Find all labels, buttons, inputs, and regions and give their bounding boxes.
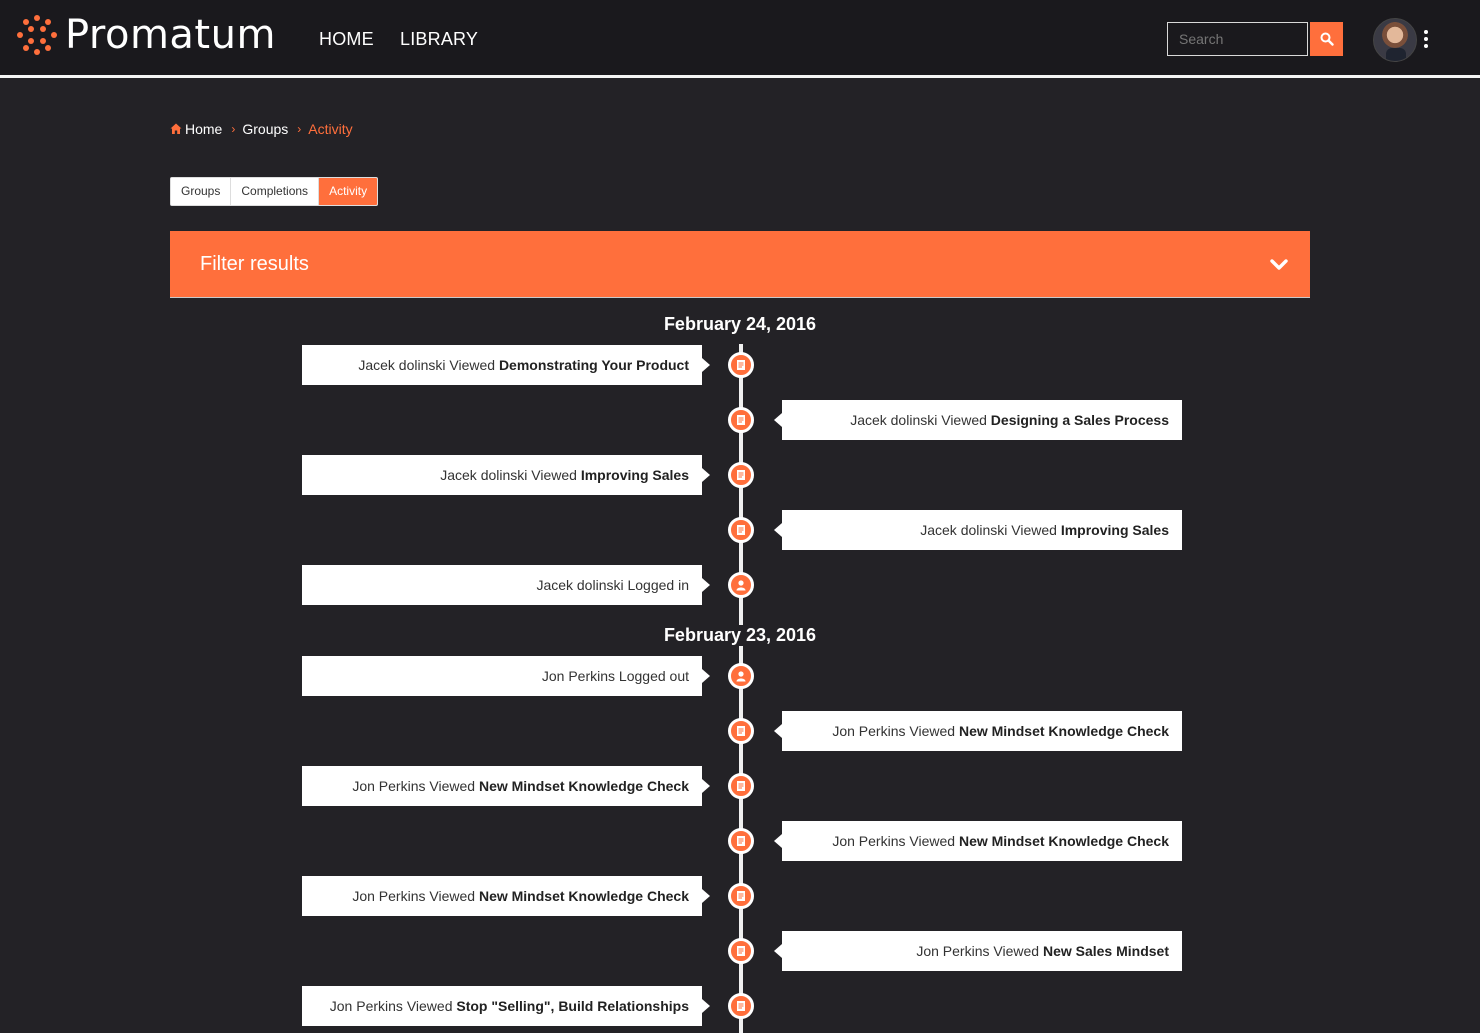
activity-entry: Jon Perkins Viewed New Sales Mindset bbox=[774, 931, 1182, 971]
activity-target-link[interactable]: New Mindset Knowledge Check bbox=[479, 888, 689, 904]
search-input[interactable] bbox=[1167, 22, 1308, 56]
activity-entry: Jacek dolinski Viewed Demonstrating Your… bbox=[302, 345, 710, 385]
document-icon bbox=[728, 517, 754, 543]
activity-user: Jacek dolinski bbox=[358, 357, 446, 373]
activity-target-link[interactable]: New Mindset Knowledge Check bbox=[479, 778, 689, 794]
timeline-date-heading: February 24, 2016 bbox=[540, 314, 940, 335]
activity-user: Jacek dolinski bbox=[850, 412, 938, 428]
activity-target-link[interactable]: Stop "Selling", Build Relationships bbox=[456, 998, 689, 1014]
activity-action: Viewed bbox=[449, 357, 496, 373]
timeline-date-heading: February 23, 2016 bbox=[540, 625, 940, 646]
activity-action: Viewed bbox=[406, 998, 453, 1014]
activity-entry: Jon Perkins Viewed New Mindset Knowledge… bbox=[774, 711, 1182, 751]
activity-entry: Jon Perkins Viewed Stop "Selling", Build… bbox=[302, 986, 710, 1026]
logo-dots-icon bbox=[17, 15, 57, 55]
activity-action: Viewed bbox=[909, 833, 956, 849]
activity-user: Jon Perkins bbox=[832, 723, 906, 739]
activity-user: Jon Perkins bbox=[832, 833, 906, 849]
activity-action: Viewed bbox=[941, 412, 987, 428]
chevron-right-icon: › bbox=[231, 122, 236, 136]
activity-action: Viewed bbox=[429, 778, 476, 794]
activity-action: Viewed bbox=[909, 723, 956, 739]
document-icon bbox=[728, 883, 754, 909]
document-icon bbox=[728, 993, 754, 1019]
user-icon bbox=[728, 663, 754, 689]
activity-entry: Jon Perkins Viewed New Mindset Knowledge… bbox=[774, 821, 1182, 861]
home-icon bbox=[170, 123, 182, 134]
section-tabs: Groups Completions Activity bbox=[170, 177, 379, 206]
document-icon bbox=[728, 462, 754, 488]
activity-target-link[interactable]: New Mindset Knowledge Check bbox=[959, 833, 1169, 849]
more-options-icon[interactable] bbox=[1420, 30, 1432, 48]
activity-user: Jacek dolinski bbox=[440, 467, 528, 483]
activity-action: Logged out bbox=[618, 668, 689, 684]
document-icon bbox=[728, 773, 754, 799]
document-icon bbox=[728, 718, 754, 744]
activity-target-link[interactable]: Designing a Sales Process bbox=[991, 412, 1169, 428]
breadcrumb-groups[interactable]: Groups bbox=[242, 121, 288, 137]
activity-entry: Jon Perkins Viewed New Mindset Knowledge… bbox=[302, 766, 710, 806]
brand-name: Promatum bbox=[65, 12, 276, 58]
search-icon bbox=[1320, 32, 1334, 46]
activity-action: Viewed bbox=[531, 467, 577, 483]
activity-entry: Jacek dolinski Viewed Improving Sales bbox=[302, 455, 710, 495]
breadcrumb: Home › Groups › Activity bbox=[170, 121, 353, 137]
document-icon bbox=[728, 352, 754, 378]
activity-user: Jon Perkins bbox=[916, 943, 990, 959]
tab-completions[interactable]: Completions bbox=[231, 178, 320, 205]
top-navbar: Promatum HOME LIBRARY bbox=[0, 0, 1480, 78]
activity-user: Jon Perkins bbox=[329, 998, 403, 1014]
tab-activity[interactable]: Activity bbox=[319, 178, 378, 205]
activity-user: Jacek dolinski bbox=[920, 522, 1008, 538]
activity-action: Viewed bbox=[429, 888, 476, 904]
activity-user: Jon Perkins bbox=[352, 778, 426, 794]
activity-target-link[interactable]: Demonstrating Your Product bbox=[499, 357, 689, 373]
activity-user: Jacek dolinski bbox=[536, 577, 624, 593]
breadcrumb-home[interactable]: Home bbox=[185, 121, 222, 137]
user-icon bbox=[728, 572, 754, 598]
tab-groups[interactable]: Groups bbox=[171, 178, 232, 205]
document-icon bbox=[728, 828, 754, 854]
activity-entry: Jon Perkins Viewed New Mindset Knowledge… bbox=[302, 876, 710, 916]
chevron-right-icon: › bbox=[297, 122, 302, 136]
filter-results-panel[interactable]: Filter results bbox=[170, 231, 1310, 298]
activity-action: Viewed bbox=[993, 943, 1040, 959]
brand-logo[interactable]: Promatum bbox=[17, 14, 276, 56]
activity-target-link[interactable]: New Sales Mindset bbox=[1043, 943, 1169, 959]
document-icon bbox=[728, 407, 754, 433]
activity-user: Jon Perkins bbox=[541, 668, 616, 684]
activity-user: Jon Perkins bbox=[352, 888, 426, 904]
activity-target-link[interactable]: Improving Sales bbox=[1061, 522, 1169, 538]
activity-action: Viewed bbox=[1011, 522, 1057, 538]
chevron-down-icon[interactable] bbox=[1270, 258, 1288, 272]
activity-entry: Jacek dolinski Logged in bbox=[302, 565, 710, 605]
activity-target-link[interactable]: New Mindset Knowledge Check bbox=[959, 723, 1169, 739]
activity-entry: Jacek dolinski Viewed Designing a Sales … bbox=[774, 400, 1182, 440]
user-avatar[interactable] bbox=[1373, 18, 1417, 62]
activity-entry: Jon Perkins Logged out bbox=[302, 656, 710, 696]
activity-action: Logged in bbox=[627, 577, 689, 593]
document-icon bbox=[728, 938, 754, 964]
filter-results-title: Filter results bbox=[200, 253, 309, 275]
breadcrumb-activity: Activity bbox=[308, 121, 353, 137]
activity-entry: Jacek dolinski Viewed Improving Sales bbox=[774, 510, 1182, 550]
nav-home-link[interactable]: HOME bbox=[319, 29, 374, 50]
activity-target-link[interactable]: Improving Sales bbox=[581, 467, 689, 483]
search-button[interactable] bbox=[1310, 22, 1343, 56]
nav-library-link[interactable]: LIBRARY bbox=[400, 29, 478, 50]
